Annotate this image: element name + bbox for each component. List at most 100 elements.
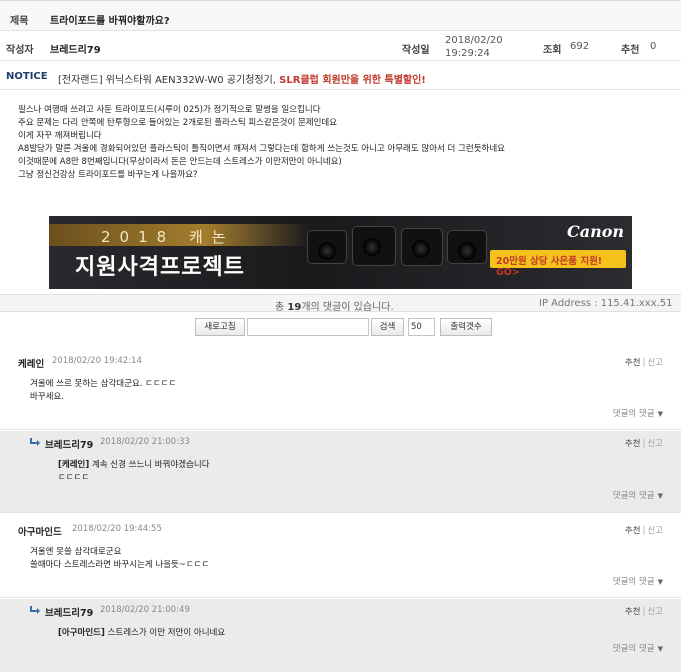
comment-time: 2018/02/20 21:00:49 bbox=[100, 605, 190, 615]
comment-line: 겨울엔 못쓸 삼각대로군요 bbox=[30, 547, 122, 557]
comment-reply-item: 브레드리79 2018/02/20 21:00:49 추천 | 신고 [아구마인드]… bbox=[0, 599, 681, 672]
date-label: 작성일 bbox=[402, 45, 430, 56]
reply-arrow-icon bbox=[30, 606, 40, 614]
post-meta-row: 작성자 브레드리79 작성일 2018/02/20 19:29:24 조회 69… bbox=[0, 31, 681, 61]
output-count-button[interactable]: 출력갯수 bbox=[440, 318, 492, 336]
reply-to-comment-link[interactable]: 댓글의 댓글 ▼ bbox=[613, 575, 663, 587]
reply-to-comment-link[interactable]: 댓글의 댓글 ▼ bbox=[613, 642, 663, 654]
comment-item: 케레인 2018/02/20 19:42:14 추천 | 신고 겨울에 쓰르 못하는… bbox=[0, 350, 681, 430]
author-label: 작성자 bbox=[6, 45, 34, 56]
comment-author[interactable]: 케레인 bbox=[18, 356, 44, 370]
dropdown-arrow-icon: ▼ bbox=[657, 578, 663, 586]
body-line: A8발당가 말른 겨울에 경화되어있던 플라스틱이 틀직이면서 깨져서 그렇다는… bbox=[18, 144, 505, 154]
comment-line: [아구마인드] 스트레스가 이만 저만이 아니네요 bbox=[58, 627, 225, 640]
ip-address: IP Address : 115.41.xxx.51 bbox=[539, 298, 673, 309]
dropdown-arrow-icon: ▼ bbox=[657, 645, 663, 653]
title-label: 제목 bbox=[10, 16, 29, 27]
output-count-field[interactable]: 50 bbox=[408, 318, 435, 336]
camera-image bbox=[401, 228, 443, 266]
report-link[interactable]: 신고 bbox=[647, 439, 663, 449]
comment-line: ㄷㄷㄷㄷ bbox=[58, 473, 90, 483]
dropdown-arrow-icon: ▼ bbox=[657, 410, 663, 418]
canon-logo: Canon bbox=[567, 222, 625, 241]
comment-line: 바꾸세요. bbox=[30, 392, 64, 402]
page: 제목 트라이포드를 바꿔야할까요? 작성자 브레드리79 작성일 2018/02… bbox=[0, 0, 689, 672]
comment-author[interactable]: 브레드리79 bbox=[45, 437, 93, 451]
banner-year: 2018 캐논 bbox=[101, 228, 235, 246]
reply-label: 댓글의 댓글 bbox=[612, 577, 655, 587]
recommend-label: 추천 bbox=[621, 45, 640, 56]
post-date-time: 19:29:24 bbox=[445, 48, 490, 59]
body-line: 필스나 여행때 쓰려고 사둔 트라이포드(시루이 025)가 정기적으로 말썽을… bbox=[18, 105, 321, 115]
comment-text: [케레인] 계속 신경 쓰느니 바꿔야겠습니다 ㄷㄷㄷㄷ bbox=[58, 459, 210, 485]
recommend-link[interactable]: 추천 bbox=[625, 526, 641, 536]
camera-image bbox=[447, 230, 487, 264]
views-count: 692 bbox=[570, 41, 590, 52]
post-date-day: 2018/02/20 bbox=[445, 35, 503, 46]
banner-promo-button[interactable]: 20만원 상당 사은품 지원! GO> bbox=[490, 250, 626, 278]
report-link[interactable]: 신고 bbox=[647, 526, 663, 536]
notice-highlight: SLR클럽 회원만을 위한 특별할인! bbox=[279, 75, 426, 86]
comment-time: 2018/02/20 19:42:14 bbox=[52, 356, 142, 366]
reply-label: 댓글의 댓글 bbox=[612, 491, 655, 501]
comment-text: [아구마인드] 스트레스가 이만 저만이 아니네요 bbox=[58, 627, 225, 640]
reply-label: 댓글의 댓글 bbox=[612, 644, 655, 654]
notice-text: [전자랜드] 위닉스타워 AEN332W-W0 공기청정기, bbox=[58, 75, 280, 86]
notice-row: NOTICE [전자랜드] 위닉스타워 AEN332W-W0 공기청정기, SL… bbox=[0, 62, 681, 90]
body-line: 그냥 정신건강상 트라이포드를 바꾸는게 나을까요? bbox=[18, 170, 198, 180]
comment-search-input[interactable] bbox=[247, 318, 369, 336]
comments-info-bar: 총 19개의 댓글이 있습니다. IP Address : 115.41.xxx… bbox=[0, 294, 681, 313]
notice-link[interactable]: [전자랜드] 위닉스타워 AEN332W-W0 공기청정기, SLR클럽 회원만… bbox=[58, 71, 426, 86]
comment-count: 19 bbox=[287, 302, 302, 313]
comment-line-text: 계속 신경 쓰느니 바꿔야겠습니다 bbox=[91, 460, 210, 470]
comment-line: 겨울에 쓰르 못하는 삼각대군요. ㄷㄷㄷㄷ bbox=[30, 379, 177, 389]
camera-image bbox=[352, 226, 396, 266]
recommend-count: 0 bbox=[650, 41, 657, 52]
body-line: 이것때문에 A8만 8번째입니다(무상이라서 돈은 안드는데 스트레스가 이만저… bbox=[18, 157, 342, 167]
comment-line: [케레인] 계속 신경 쓰느니 바꿔야겠습니다 bbox=[58, 459, 210, 472]
comment-author[interactable]: 아구마인드 bbox=[18, 524, 62, 538]
reply-to-comment-link[interactable]: 댓글의 댓글 ▼ bbox=[613, 407, 663, 419]
comment-actions: 추천 | 신고 bbox=[624, 439, 663, 449]
comment-line: 쓸때마다 스트레스라면 바꾸시는게 나을듯~ㄷㄷㄷ bbox=[30, 560, 210, 570]
comment-actions: 추천 | 신고 bbox=[624, 358, 663, 368]
views-label: 조회 bbox=[543, 45, 562, 56]
comment-line-text: 스트레스가 이만 저만이 아니네요 bbox=[107, 628, 226, 638]
comment-text: 겨울엔 못쓸 삼각대로군요 쓸때마다 스트레스라면 바꾸시는게 나을듯~ㄷㄷㄷ bbox=[30, 546, 209, 572]
body-line: 이게 자꾸 깨져버립니다 bbox=[18, 131, 102, 141]
reply-label: 댓글의 댓글 bbox=[612, 409, 655, 419]
post-title-row: 제목 트라이포드를 바꿔야할까요? bbox=[0, 0, 681, 31]
recommend-link[interactable]: 추천 bbox=[625, 607, 641, 617]
mention: [케레인] bbox=[58, 460, 90, 470]
body-line: 주요 문제는 다리 안쪽에 탄투형으로 들어있는 2개로된 플라스틱 피스같은것… bbox=[18, 118, 338, 128]
reply-to-comment-link[interactable]: 댓글의 댓글 ▼ bbox=[613, 489, 663, 501]
comment-actions: 추천 | 신고 bbox=[624, 607, 663, 617]
comment-count-suffix: 개의 댓글이 있습니다. bbox=[301, 302, 394, 313]
comment-count-text: 총 19개의 댓글이 있습니다. bbox=[275, 298, 394, 313]
author-name[interactable]: 브레드리79 bbox=[50, 41, 101, 56]
comment-actions: 추천 | 신고 bbox=[624, 526, 663, 536]
comment-reply-item: 브레드리79 2018/02/20 21:00:33 추천 | 신고 [케레인] 계… bbox=[0, 431, 681, 513]
post-body: 필스나 여행때 쓰려고 사둔 트라이포드(시루이 025)가 정기적으로 말썽을… bbox=[18, 104, 668, 182]
report-link[interactable]: 신고 bbox=[647, 358, 663, 368]
mention: [아구마인드] bbox=[58, 628, 105, 638]
reply-arrow-icon bbox=[30, 438, 40, 446]
post-date: 2018/02/20 19:29:24 bbox=[445, 34, 505, 60]
recommend-link[interactable]: 추천 bbox=[625, 358, 641, 368]
post-title: 트라이포드를 바꿔야할까요? bbox=[50, 16, 170, 27]
report-link[interactable]: 신고 bbox=[647, 607, 663, 617]
comment-count-prefix: 총 bbox=[275, 302, 288, 313]
search-button[interactable]: 검색 bbox=[371, 318, 404, 336]
recommend-link[interactable]: 추천 bbox=[625, 439, 641, 449]
comment-time: 2018/02/20 19:44:55 bbox=[72, 524, 162, 534]
refresh-button[interactable]: 새로고침 bbox=[195, 318, 245, 336]
comment-item: 아구마인드 2018/02/20 19:44:55 추천 | 신고 겨울엔 못쓸 삼… bbox=[0, 518, 681, 598]
camera-image bbox=[307, 230, 347, 264]
comment-time: 2018/02/20 21:00:33 bbox=[100, 437, 190, 447]
banner-headline: 지원사격프로젝트 bbox=[75, 255, 245, 280]
comment-author[interactable]: 브레드리79 bbox=[45, 605, 93, 619]
dropdown-arrow-icon: ▼ bbox=[657, 492, 663, 500]
comment-text: 겨울에 쓰르 못하는 삼각대군요. ㄷㄷㄷㄷ 바꾸세요. bbox=[30, 378, 176, 404]
canon-banner-ad[interactable]: 2018 캐논 지원사격프로젝트 Canon 20만원 상당 사은품 지원! G… bbox=[49, 216, 632, 289]
notice-tag: NOTICE bbox=[6, 71, 48, 82]
